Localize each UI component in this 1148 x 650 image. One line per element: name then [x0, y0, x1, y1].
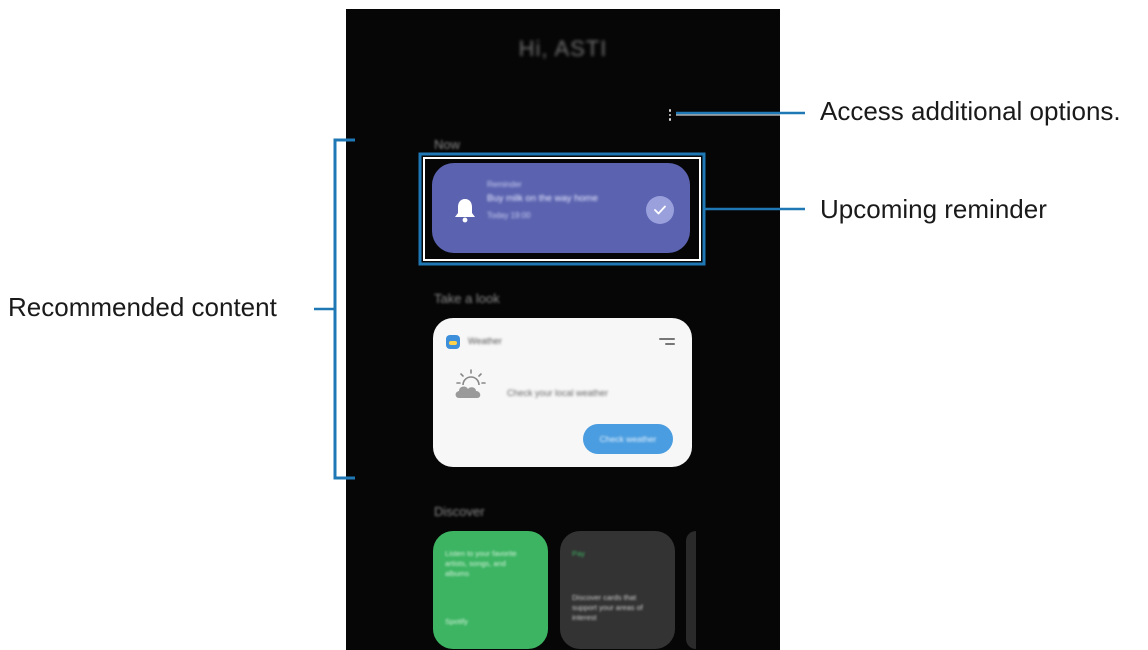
- callout-options: Access additional options.: [820, 96, 1121, 126]
- callout-reminder: Upcoming reminder: [820, 194, 1047, 224]
- reminder-highlight-inner: [423, 157, 701, 261]
- reminder-highlight-frame: [418, 152, 706, 266]
- callout-recommended: Recommended content: [8, 292, 277, 322]
- recommended-bracket: [333, 138, 355, 480]
